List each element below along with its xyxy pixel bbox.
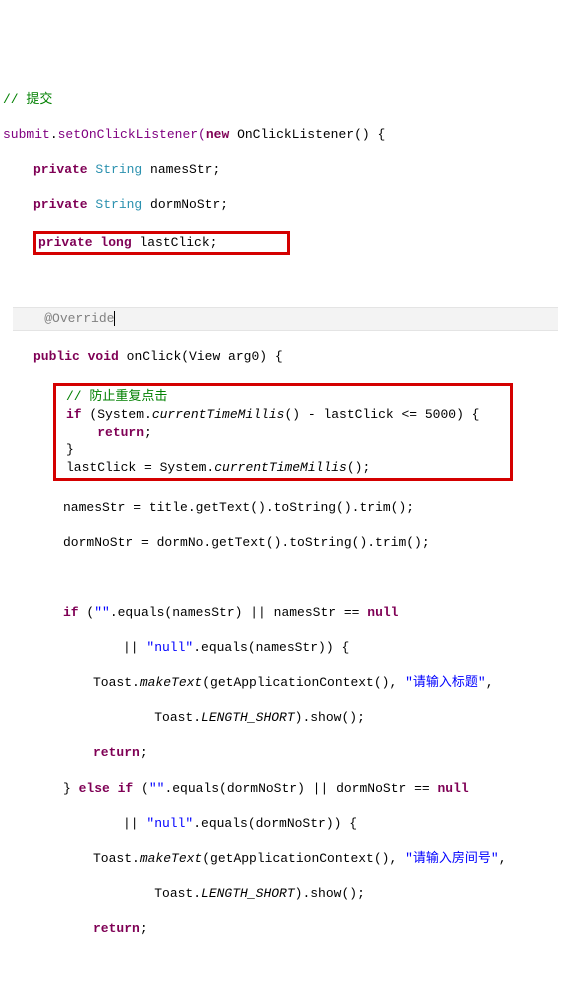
- code-line: submit.setOnClickListener(new OnClickLis…: [3, 126, 558, 144]
- code-line: if ("".equals(namesStr) || namesStr == n…: [3, 604, 558, 622]
- code-line: Toast.LENGTH_SHORT).show();: [3, 885, 558, 903]
- code-line: Toast.LENGTH_SHORT).show();: [3, 709, 558, 727]
- code-line: namesStr = title.getText().toString().tr…: [3, 499, 558, 517]
- code-line: private String dormNoStr;: [3, 196, 558, 214]
- annotation-line: @Override: [13, 307, 558, 331]
- code-line: dormNoStr = dormNo.getText().toString().…: [3, 534, 558, 552]
- code-line: } else if ("".equals(dormNoStr) || dormN…: [3, 780, 558, 798]
- text-cursor: [114, 311, 115, 326]
- code-line: return;: [3, 920, 558, 938]
- highlight-box-1: private long lastClick;: [3, 231, 558, 255]
- code-editor: // 提交 submit.setOnClickListener(new OnCl…: [3, 73, 558, 955]
- blank-line: [3, 272, 558, 290]
- code-line: || "null".equals(namesStr)) {: [3, 639, 558, 657]
- code-line: public void onClick(View arg0) {: [3, 348, 558, 366]
- comment-line: // 提交: [3, 91, 558, 109]
- code-line: Toast.makeText(getApplicationContext(), …: [3, 674, 558, 692]
- code-line: return;: [3, 744, 558, 762]
- blank-line: [3, 569, 558, 587]
- code-line: private String namesStr;: [3, 161, 558, 179]
- code-line: Toast.makeText(getApplicationContext(), …: [3, 850, 558, 868]
- code-line: || "null".equals(dormNoStr)) {: [3, 815, 558, 833]
- highlight-box-2: // 防止重复点击if (System.currentTimeMillis() …: [3, 383, 558, 481]
